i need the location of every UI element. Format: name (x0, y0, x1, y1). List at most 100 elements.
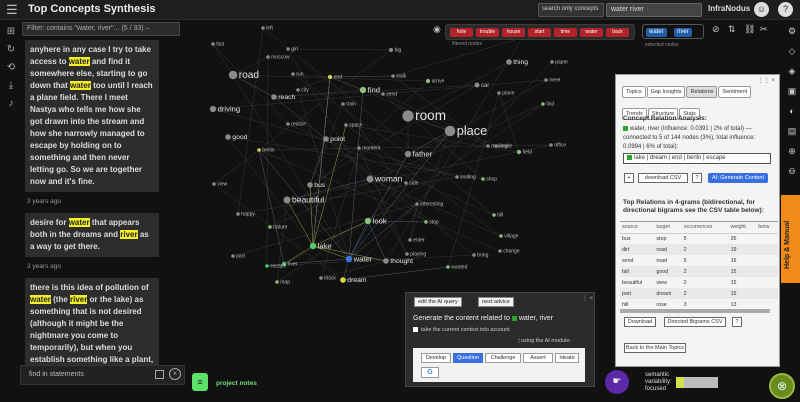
table-row[interactable]: dirt road 2 19 (620, 244, 778, 255)
graph-node[interactable] (357, 146, 361, 150)
related-terms[interactable]: lake | dream | end | berlin | escape (623, 153, 771, 164)
close-icon[interactable]: × (169, 368, 181, 380)
node-label[interactable]: send (386, 91, 397, 97)
ai-mode-button[interactable]: Ideate (555, 353, 579, 363)
node-label[interactable]: father (413, 149, 433, 158)
panel-tab[interactable]: Relations (686, 86, 718, 98)
node-label[interactable]: moment (362, 145, 381, 151)
column-header[interactable]: source (620, 222, 655, 234)
node-label[interactable]: hill (497, 212, 503, 218)
filter-chip[interactable]: water (580, 28, 603, 37)
table-row[interactable]: bus stop 5 26 (620, 233, 778, 244)
graph-node[interactable] (499, 234, 503, 238)
node-label[interactable]: look (373, 216, 387, 225)
filter-bar[interactable]: Filter: contains "water, river"... (5 / … (22, 22, 180, 36)
graph-node[interactable] (446, 265, 450, 269)
graph-node[interactable] (327, 74, 333, 80)
graph-node[interactable] (506, 59, 512, 65)
download-icon[interactable]: ⤓ (4, 80, 18, 98)
graph-node[interactable] (296, 88, 300, 92)
ai-mode-button[interactable]: Challenge (485, 353, 521, 363)
graph-node[interactable] (275, 280, 279, 284)
node-label[interactable]: bus (314, 182, 326, 189)
selected-chip[interactable]: water (646, 28, 667, 37)
zoom-out-icon[interactable]: ⊖ (785, 166, 799, 186)
graph-node[interactable] (236, 212, 240, 216)
node-label[interactable]: playing (410, 251, 426, 257)
node-label[interactable]: nature (273, 224, 287, 230)
back-to-topics-button[interactable]: Back to the Main Topics (624, 343, 686, 353)
node-label[interactable]: realize (291, 121, 306, 127)
node-label[interactable]: wanted (451, 264, 467, 270)
scissors-icon[interactable]: ✂ (760, 24, 768, 35)
statements-list[interactable]: anyhere in any case I try to take access… (25, 40, 159, 370)
node-label[interactable]: room (415, 108, 446, 123)
panel-tab[interactable]: Topics (622, 86, 646, 98)
help-icon[interactable]: ? (778, 2, 793, 17)
directed-bigrams-button[interactable]: Directed Bigrams CSV (664, 317, 726, 327)
relations-table[interactable]: source target occurrences weight betw bus sto… (620, 221, 778, 315)
menu-icon[interactable]: ☰ (6, 2, 18, 18)
node-label[interactable]: road (239, 70, 260, 81)
filter-chip[interactable]: start (528, 28, 551, 37)
node-label[interactable]: city (301, 87, 309, 93)
graph-node[interactable] (494, 144, 498, 148)
graph-node[interactable] (444, 125, 456, 137)
column-header[interactable]: betw (756, 222, 778, 234)
node-label[interactable]: girl (291, 46, 298, 52)
node-label[interactable]: car (481, 83, 489, 89)
graph-node[interactable] (286, 122, 290, 126)
panel-tab[interactable]: Sentiment (718, 86, 752, 98)
notes-icon[interactable]: ≡ (192, 373, 208, 391)
layout-icon[interactable]: ▤ (785, 126, 799, 146)
node-label[interactable]: walk (396, 73, 407, 79)
graph-node[interactable] (364, 217, 372, 225)
graph-node[interactable] (231, 254, 235, 258)
graph-node[interactable] (424, 220, 428, 224)
node-label[interactable]: plane (502, 90, 514, 96)
eye-off-icon[interactable]: ⊘ (712, 24, 720, 35)
table-scrollbar[interactable] (620, 309, 770, 313)
graph-node[interactable] (549, 143, 553, 147)
node-label[interactable]: lake (318, 241, 332, 250)
node-label[interactable]: part (236, 253, 245, 259)
ai-mode-button[interactable]: Assert (523, 353, 553, 363)
settings-icon[interactable]: ⚙ (785, 26, 799, 46)
statement-card[interactable]: there is this idea of pollution of water… (25, 278, 159, 370)
graph-node[interactable] (516, 149, 522, 155)
node-label[interactable]: thought (390, 258, 413, 265)
table-row[interactable]: send road 5 16 (620, 255, 778, 266)
download-csv-button[interactable]: download CSV (638, 173, 688, 183)
graph-node[interactable] (474, 82, 480, 88)
graph-node[interactable] (268, 225, 272, 229)
node-label[interactable]: driving (218, 104, 241, 113)
graph-node[interactable] (209, 105, 217, 113)
graph-node[interactable] (404, 150, 412, 158)
edit-ai-query-button[interactable]: edit the AI query (414, 297, 462, 307)
share-icon[interactable]: ⇅ (728, 24, 736, 35)
graph-node[interactable] (212, 182, 216, 186)
project-notes-label[interactable]: project notes (216, 380, 257, 387)
filter-chip[interactable]: back (606, 28, 629, 37)
node-label[interactable]: space (349, 122, 363, 128)
node-label[interactable]: change (503, 248, 520, 254)
eye-icon[interactable]: ◉ (433, 24, 441, 35)
node-label[interactable]: river (288, 262, 298, 268)
link-icon[interactable]: ⛓ (744, 24, 755, 35)
graph-node[interactable] (211, 42, 215, 46)
node-label[interactable]: side (409, 180, 418, 186)
graph-node[interactable] (261, 26, 265, 30)
graph-node[interactable] (271, 94, 277, 100)
image-icon[interactable]: ▣ (785, 86, 799, 106)
column-header[interactable]: weight (728, 222, 757, 234)
ai-mode-button[interactable]: Develop (421, 353, 451, 363)
node-label[interactable]: arrive (432, 79, 445, 85)
node-label[interactable]: good (232, 134, 247, 141)
node-label[interactable]: shop (486, 176, 497, 182)
graph-node[interactable] (345, 255, 353, 263)
graph-node[interactable] (283, 196, 291, 204)
graph-node[interactable] (319, 276, 323, 280)
node-label[interactable]: fast (216, 41, 225, 47)
node-label[interactable]: train (346, 101, 356, 107)
graph-node[interactable] (455, 175, 459, 179)
